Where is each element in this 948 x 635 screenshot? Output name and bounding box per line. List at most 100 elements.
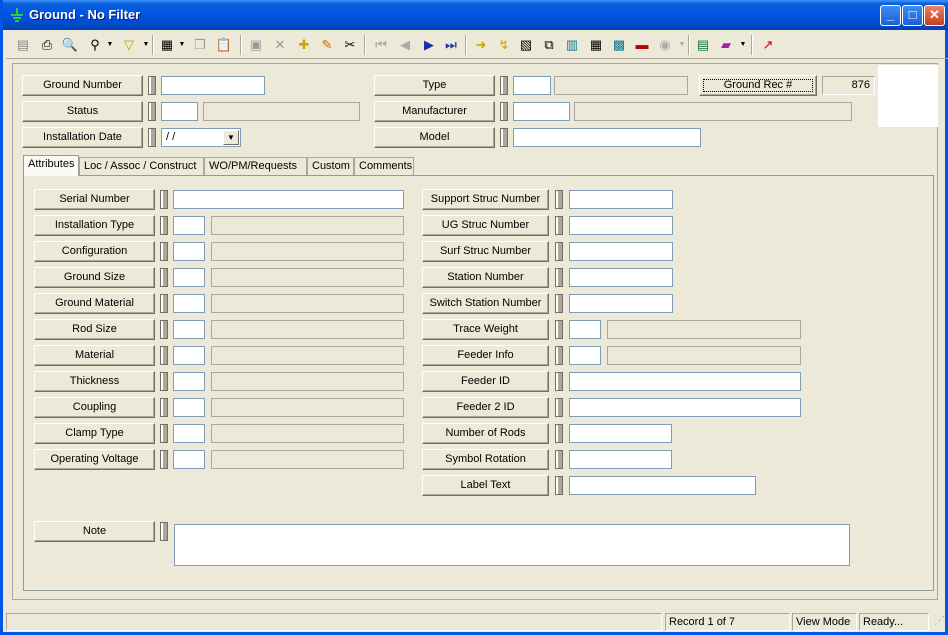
- number-of-rods-button[interactable]: Number of Rods: [422, 423, 549, 444]
- next-record-icon[interactable]: ▶: [418, 34, 440, 56]
- ug-struc-number-input[interactable]: [569, 216, 673, 235]
- ground-material-button[interactable]: Ground Material: [34, 293, 155, 314]
- model-input[interactable]: [513, 128, 701, 147]
- note-textarea[interactable]: [174, 524, 850, 566]
- serial-number-button[interactable]: Serial Number: [34, 189, 155, 210]
- previous-record-icon[interactable]: ◀: [394, 34, 416, 56]
- truck-icon[interactable]: ▬: [631, 34, 653, 56]
- note-button[interactable]: Note: [34, 521, 155, 542]
- label-text-button[interactable]: Label Text: [422, 475, 549, 496]
- switch-station-number-button[interactable]: Switch Station Number: [422, 293, 549, 314]
- map-icon[interactable]: ▧: [515, 34, 537, 56]
- resize-grip-icon[interactable]: ⋰: [931, 613, 948, 631]
- configuration-code-input[interactable]: [173, 242, 205, 261]
- find-icon[interactable]: ⚲: [84, 34, 106, 56]
- material-button[interactable]: Material: [34, 345, 155, 366]
- clamp-type-button[interactable]: Clamp Type: [34, 423, 155, 444]
- title-bar[interactable]: Ground - No Filter _ □ ✕: [3, 0, 948, 30]
- maximize-button[interactable]: □: [902, 5, 923, 26]
- relations-icon[interactable]: ⧉: [538, 34, 560, 56]
- status-button[interactable]: Status: [22, 101, 143, 122]
- delete-icon[interactable]: ✕: [269, 34, 291, 56]
- ground-rec-button[interactable]: Ground Rec #: [699, 75, 817, 96]
- paste-icon[interactable]: 📋: [213, 34, 235, 56]
- report-dropdown-icon[interactable]: ▼: [178, 34, 186, 56]
- status-code-input[interactable]: [161, 102, 198, 121]
- manufacturer-button[interactable]: Manufacturer: [374, 101, 495, 122]
- calculator-icon[interactable]: ▦: [585, 34, 607, 56]
- chart-icon[interactable]: ▥: [561, 34, 583, 56]
- feeder-id-input[interactable]: [569, 372, 801, 391]
- new-record-icon[interactable]: ✚: [293, 34, 315, 56]
- surf-struc-number-button[interactable]: Surf Struc Number: [422, 241, 549, 262]
- photo-placeholder[interactable]: [878, 65, 938, 127]
- feeder-2-id-button[interactable]: Feeder 2 ID: [422, 397, 549, 418]
- type-button[interactable]: Type: [374, 75, 495, 96]
- chevron-down-icon[interactable]: ▼: [223, 130, 239, 145]
- report-icon[interactable]: ▦: [156, 34, 178, 56]
- close-button[interactable]: ✕: [924, 5, 945, 26]
- thickness-button[interactable]: Thickness: [34, 371, 155, 392]
- manufacturer-code-input[interactable]: [513, 102, 570, 121]
- filter-icon[interactable]: ▽: [118, 34, 140, 56]
- print-preview-icon[interactable]: ▤: [12, 34, 34, 56]
- layout-icon[interactable]: ▩: [608, 34, 630, 56]
- surf-struc-number-input[interactable]: [569, 242, 673, 261]
- installation-date-button[interactable]: Installation Date: [22, 127, 143, 148]
- tab-loc-assoc-construct[interactable]: Loc / Assoc / Construct: [79, 157, 204, 175]
- configuration-button[interactable]: Configuration: [34, 241, 155, 262]
- clamp-type-code-input[interactable]: [173, 424, 205, 443]
- ground-number-input[interactable]: [161, 76, 265, 95]
- feeder-info-code-input[interactable]: [569, 346, 601, 365]
- trace-weight-code-input[interactable]: [569, 320, 601, 339]
- installation-type-code-input[interactable]: [173, 216, 205, 235]
- exit-icon[interactable]: ↗: [757, 34, 779, 56]
- serial-number-input[interactable]: [173, 190, 404, 209]
- model-button[interactable]: Model: [374, 127, 495, 148]
- goto-icon[interactable]: ➜: [470, 34, 492, 56]
- switch-station-number-input[interactable]: [569, 294, 673, 313]
- ground-number-button[interactable]: Ground Number: [22, 75, 143, 96]
- rod-size-button[interactable]: Rod Size: [34, 319, 155, 340]
- ground-material-code-input[interactable]: [173, 294, 205, 313]
- tab-comments[interactable]: Comments: [354, 157, 414, 175]
- ug-struc-number-button[interactable]: UG Struc Number: [422, 215, 549, 236]
- symbol-rotation-input[interactable]: [569, 450, 672, 469]
- feeder-2-id-input[interactable]: [569, 398, 801, 417]
- edit-icon[interactable]: ✎: [316, 34, 338, 56]
- last-record-icon[interactable]: ⏭: [440, 34, 462, 56]
- first-record-icon[interactable]: ⏮: [370, 34, 392, 56]
- cut-icon[interactable]: ✂: [339, 34, 361, 56]
- tab-attributes[interactable]: Attributes: [23, 155, 79, 176]
- feeder-id-button[interactable]: Feeder ID: [422, 371, 549, 392]
- find-dropdown-icon[interactable]: ▼: [106, 34, 114, 56]
- cancel-edit-icon[interactable]: ▣: [245, 34, 267, 56]
- support-struc-number-input[interactable]: [569, 190, 673, 209]
- tab-custom[interactable]: Custom: [307, 157, 354, 175]
- copy-icon[interactable]: ❐: [189, 34, 211, 56]
- coupling-button[interactable]: Coupling: [34, 397, 155, 418]
- trace-weight-button[interactable]: Trace Weight: [422, 319, 549, 340]
- label-text-input[interactable]: [569, 476, 756, 495]
- tab-wo-pm-requests[interactable]: WO/PM/Requests: [204, 157, 307, 175]
- installation-type-button[interactable]: Installation Type: [34, 215, 155, 236]
- station-number-input[interactable]: [569, 268, 673, 287]
- grid-icon[interactable]: ▤: [692, 34, 714, 56]
- type-code-input[interactable]: [513, 76, 551, 95]
- print-icon[interactable]: ⎙: [36, 34, 58, 56]
- book-dropdown-icon[interactable]: ▼: [739, 34, 747, 56]
- refresh-icon[interactable]: ↯: [493, 34, 515, 56]
- globe-dropdown-icon[interactable]: ▼: [678, 34, 686, 56]
- rod-size-code-input[interactable]: [173, 320, 205, 339]
- coupling-code-input[interactable]: [173, 398, 205, 417]
- support-struc-number-button[interactable]: Support Struc Number: [422, 189, 549, 210]
- installation-date-picker[interactable]: / / ▼: [161, 128, 241, 147]
- zoom-icon[interactable]: 🔍: [59, 34, 81, 56]
- minimize-button[interactable]: _: [880, 5, 901, 26]
- number-of-rods-input[interactable]: [569, 424, 672, 443]
- filter-dropdown-icon[interactable]: ▼: [142, 34, 150, 56]
- operating-voltage-code-input[interactable]: [173, 450, 205, 469]
- ground-size-code-input[interactable]: [173, 268, 205, 287]
- ground-size-button[interactable]: Ground Size: [34, 267, 155, 288]
- operating-voltage-button[interactable]: Operating Voltage: [34, 449, 155, 470]
